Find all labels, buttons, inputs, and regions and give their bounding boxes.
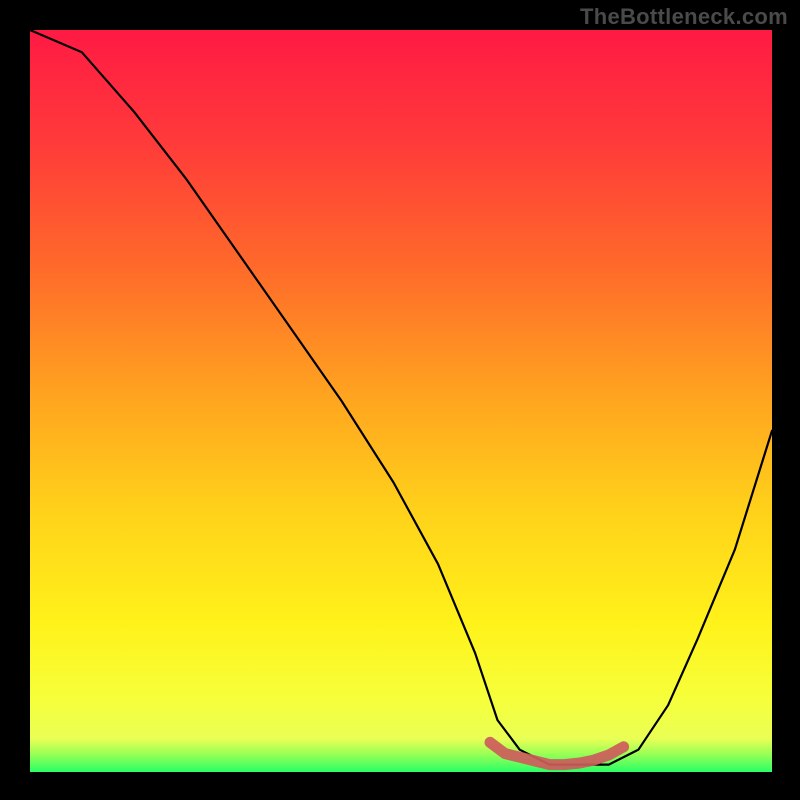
bottleneck-chart <box>0 0 800 800</box>
chart-frame: TheBottleneck.com <box>0 0 800 800</box>
watermark-text: TheBottleneck.com <box>580 4 788 30</box>
plot-background <box>30 30 772 772</box>
